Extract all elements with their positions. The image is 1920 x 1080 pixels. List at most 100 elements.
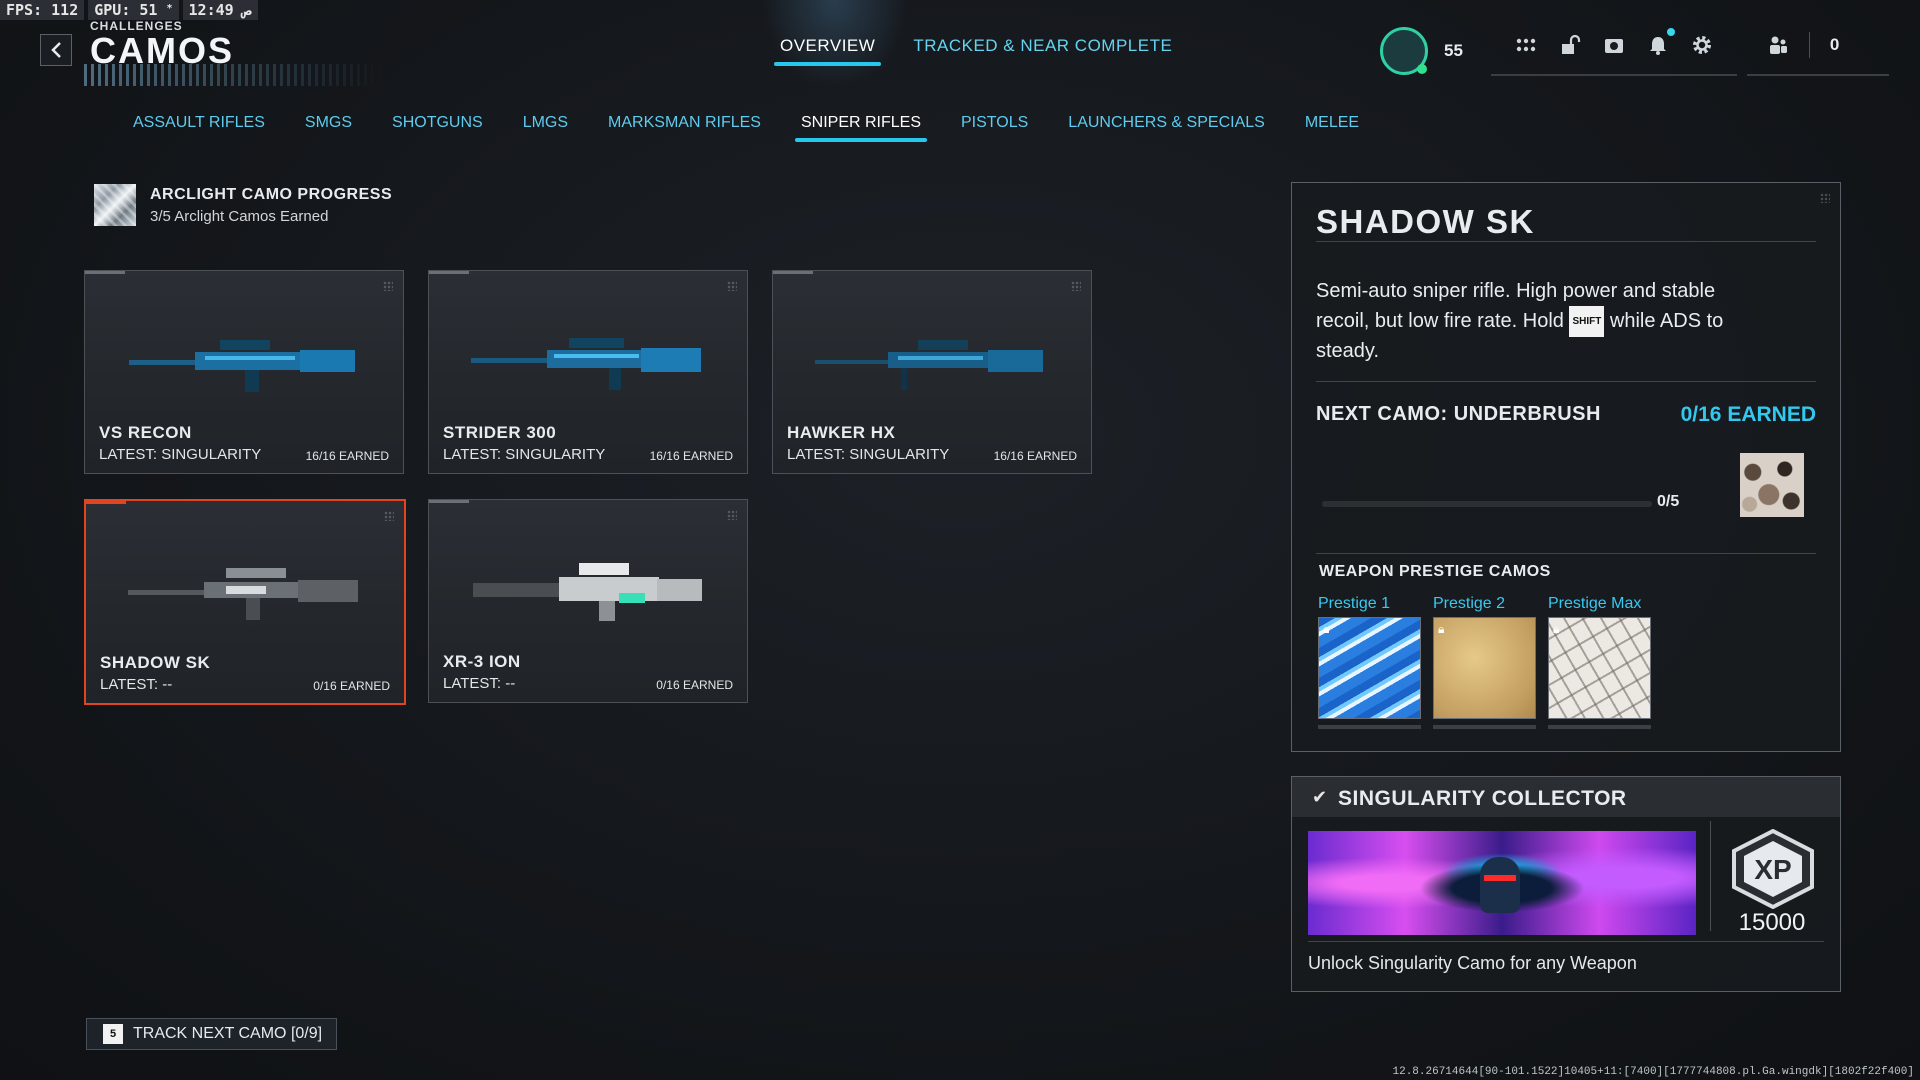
title-decoration [84,64,384,86]
xp-icon: XP [1732,829,1814,909]
weapon-latest-camo: LATEST: SINGULARITY [787,446,950,463]
top-tabs: OVERVIEW TRACKED & NEAR COMPLETE [773,36,1172,66]
shift-key-icon: SHIFT [1569,306,1605,337]
prestige-swatch: 🔒︎ [1433,617,1536,719]
weapon-latest-camo: LATEST: -- [443,675,516,692]
tab-overview[interactable]: OVERVIEW [773,36,882,66]
weapon-latest-camo: LATEST: SINGULARITY [99,446,262,463]
keybind-icon: 5 [103,1024,123,1044]
next-camo-earned: 0/16 EARNED [1680,403,1816,426]
tab-assault-rifles[interactable]: ASSAULT RIFLES [133,114,285,142]
weapon-earned-count: 16/16 EARNED [649,449,733,463]
card-accent [85,271,125,274]
tab-tracked-near-complete[interactable]: TRACKED & NEAR COMPLETE [913,36,1172,66]
arclight-subtitle: 3/5 Arclight Camos Earned [150,207,329,225]
player-rank-icon[interactable] [1380,27,1428,75]
player-level: 55 [1444,41,1463,60]
top-right-bar: 55 0 [1380,26,1890,76]
prestige-camos: Prestige 1 🔒︎ Prestige 2 🔒︎ Prestige Max… [1318,595,1651,729]
gear-icon[interactable] [1691,34,1713,56]
weapon-image [473,563,702,621]
prestige-2-camo[interactable]: Prestige 2 🔒︎ [1433,595,1536,729]
divider [1316,381,1816,382]
bell-icon[interactable] [1647,28,1675,56]
prestige-camos-title: WEAPON PRESTIGE CAMOS [1319,563,1551,580]
weapon-card-strider-300[interactable]: STRIDER 300 LATEST: SINGULARITY 16/16 EA… [428,270,748,474]
detail-weapon-name: SHADOW SK [1316,203,1535,240]
tab-launchers-specials[interactable]: LAUNCHERS & SPECIALS [1048,114,1285,142]
grid-icon [1071,281,1081,291]
operator-silhouette [1480,857,1520,913]
weapon-earned-count: 0/16 EARNED [656,678,733,692]
back-button[interactable] [40,34,72,66]
clock-readout: 12:49 ص [182,0,258,20]
weapon-category-tabs: ASSAULT RIFLES SMGS SHOTGUNS LMGS MARKSM… [133,114,1379,142]
grid-icon [727,510,737,520]
tab-melee[interactable]: MELEE [1285,114,1379,142]
weapon-card-vs-recon[interactable]: VS RECON LATEST: SINGULARITY 16/16 EARNE… [84,270,404,474]
lock-icon: 🔒︎ [1438,622,1445,636]
prestige-bar [1548,725,1651,729]
prestige-label: Prestige Max [1548,595,1642,612]
tab-smgs[interactable]: SMGS [285,114,372,142]
grid-icon [383,281,393,291]
card-accent [429,271,469,274]
notification-dot [1666,28,1675,36]
divider [1316,553,1816,554]
tab-shotguns[interactable]: SHOTGUNS [372,114,503,142]
performance-overlay: FPS: 112 GPU: 51 * 12:49 ص [0,0,258,20]
xp-reward: 15000 [1738,909,1806,936]
weapon-earned-count: 0/16 EARNED [313,679,390,693]
underbrush-camo-swatch[interactable] [1740,453,1804,517]
prestige-max-camo[interactable]: Prestige Max 🔒︎ [1548,595,1651,729]
card-accent [86,501,126,504]
track-next-camo-button[interactable]: 5 TRACK NEXT CAMO [0/9] [86,1018,338,1050]
camo-progress-text: 0/5 [1657,493,1680,510]
challenge-panel[interactable]: ✔ SINGULARITY COLLECTOR XP 15000 Unlock … [1291,776,1841,992]
tab-sniper-rifles[interactable]: SNIPER RIFLES [781,114,941,142]
unlock-icon[interactable] [1559,34,1581,56]
card-accent [773,271,813,274]
weapon-name: HAWKER HX [787,423,896,442]
weapon-card-shadow-sk[interactable]: SHADOW SK LATEST: -- 0/16 EARNED [84,499,406,705]
grid-icon [384,511,394,521]
divider [1316,241,1816,242]
challenge-description: Unlock Singularity Camo for any Weapon [1308,953,1637,973]
weapon-image [129,340,355,392]
prestige-bar [1318,725,1421,729]
arclight-camo-icon [94,184,136,226]
prestige-bar [1433,725,1536,729]
party-icon[interactable] [1767,34,1789,56]
camo-progress-bar [1322,501,1652,507]
track-next-camo-label: TRACK NEXT CAMO [0/9] [133,1025,323,1042]
apps-grid-icon[interactable] [1515,34,1537,56]
weapon-name: STRIDER 300 [443,423,557,442]
fps-readout: FPS: 112 [0,0,85,20]
tab-pistols[interactable]: PISTOLS [941,114,1048,142]
weapon-name: VS RECON [99,423,192,442]
arclight-progress: ARCLIGHT CAMO PROGRESS 3/5 Arclight Camo… [94,184,392,226]
prestige-label: Prestige 1 [1318,595,1391,612]
prestige-swatch: 🔒︎ [1318,617,1421,719]
weapon-latest-camo: LATEST: -- [100,676,173,693]
weapon-name: SHADOW SK [100,653,211,672]
party-section: 0 [1746,26,1890,76]
weapon-card-hawker-hx[interactable]: HAWKER HX LATEST: SINGULARITY 16/16 EARN… [772,270,1092,474]
prestige-1-camo[interactable]: Prestige 1 🔒︎ [1318,595,1421,729]
weapon-card-xr-3-ion[interactable]: XR-3 ION LATEST: -- 0/16 EARNED [428,499,748,703]
weapon-image [471,338,701,390]
prestige-swatch: 🔒︎ [1548,617,1651,719]
check-icon: ✔ [1312,787,1328,807]
lock-icon: 🔒︎ [1323,622,1330,636]
tab-marksman-rifles[interactable]: MARKSMAN RIFLES [588,114,781,142]
gpu-readout: GPU: 51 * [88,0,179,20]
weapon-latest-camo: LATEST: SINGULARITY [443,446,606,463]
weapon-earned-count: 16/16 EARNED [305,449,389,463]
chevron-left-icon [51,42,61,58]
svg-text:XP: XP [1754,854,1791,885]
tab-lmgs[interactable]: LMGS [503,114,588,142]
camera-icon[interactable] [1603,34,1625,56]
weapon-detail-panel: SHADOW SK Semi-auto sniper rifle. High p… [1291,182,1841,752]
lock-icon: 🔒︎ [1553,622,1560,636]
weapon-description: Semi-auto sniper rifle. High power and s… [1316,280,1724,362]
